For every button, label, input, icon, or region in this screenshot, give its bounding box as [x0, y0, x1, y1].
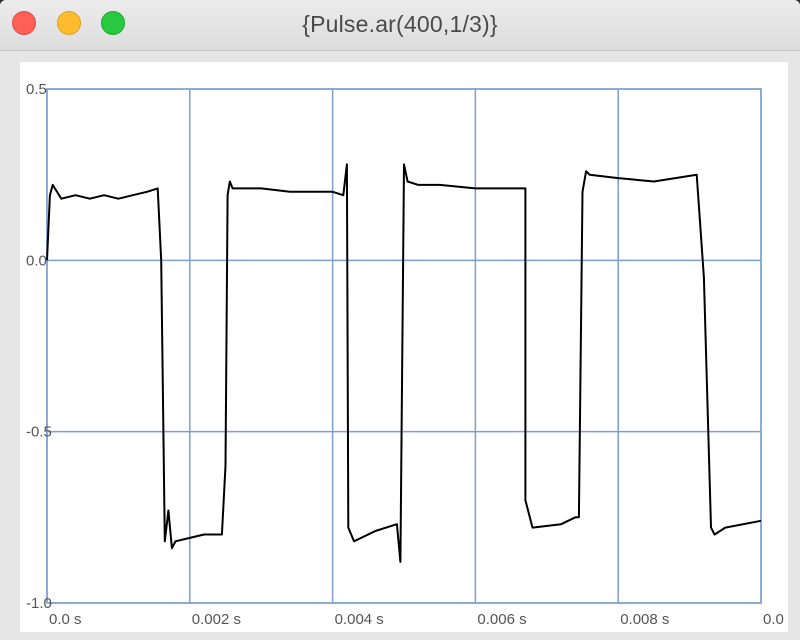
x-tick-label: 0.006 s	[477, 611, 526, 628]
x-tick-label: 0.0 s	[49, 611, 82, 628]
waveform-chart: 0.5 0.0 -0.5 -1.00.0 s 0.002 s 0.004 s 0.006 s…	[26, 81, 784, 628]
waveform-trace	[46, 163, 762, 563]
scope-window: {Pulse.ar(400,1/3)} 0.5 0.0 -0.5 -1.0 0.0 s0…	[0, 0, 800, 640]
trace-layer	[46, 163, 762, 563]
tick-labels: 0.5 0.0 -0.5 -1.00.0 s 0.002 s 0.004 s 0.006 s…	[26, 81, 784, 628]
x-tick-label: 0.004 s	[335, 611, 384, 628]
x-tick-label: 0.002 s	[192, 611, 241, 628]
y-tick-label: 0.0	[26, 252, 47, 269]
x-tick-label: 0.0	[763, 611, 784, 628]
y-tick-label: -0.5	[26, 424, 52, 441]
x-tick-label: 0.008 s	[620, 611, 669, 628]
y-tick-label: 0.5	[26, 81, 47, 98]
y-tick-label: -1.0	[26, 595, 52, 612]
